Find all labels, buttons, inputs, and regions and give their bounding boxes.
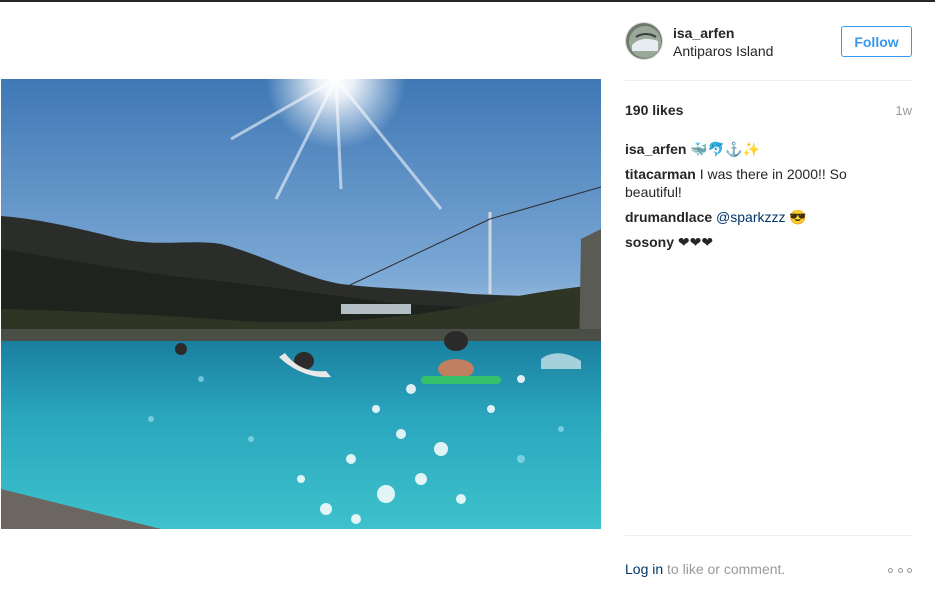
more-dot	[888, 567, 893, 573]
comment-username[interactable]: titacarman	[625, 166, 696, 182]
comment-mention[interactable]: @sparkzzz	[716, 209, 785, 225]
more-options-icon[interactable]	[888, 563, 912, 577]
more-dot	[897, 567, 903, 573]
login-link[interactable]: Log in	[625, 561, 663, 577]
follow-button[interactable]: Follow	[841, 26, 912, 57]
comments-list: isa_arfen 🐳🐬⚓️✨ titacarman I was there i…	[625, 140, 895, 258]
footer-divider	[625, 535, 912, 536]
comment-username[interactable]: sosony	[625, 234, 674, 250]
comment-text: 😎	[789, 209, 807, 225]
post-card: isa_arfen Antiparos Island Follow 190 li…	[0, 2, 935, 598]
post-photo[interactable]	[1, 79, 601, 529]
avatar[interactable]	[625, 22, 663, 60]
comment-item: isa_arfen 🐳🐬⚓️✨	[625, 140, 895, 158]
pool-photo-image	[1, 79, 601, 529]
post-footer: Log in to like or comment.	[625, 561, 912, 581]
comment-text: ❤❤❤	[677, 234, 714, 250]
header-divider	[625, 80, 912, 81]
comment-username[interactable]: isa_arfen	[625, 141, 686, 157]
location-link[interactable]: Antiparos Island	[673, 43, 773, 59]
comment-item: sosony ❤❤❤	[625, 233, 895, 251]
post-details-panel: isa_arfen Antiparos Island Follow 190 li…	[601, 4, 935, 600]
comment-text: 🐳🐬⚓️✨	[690, 141, 761, 157]
username-link[interactable]: isa_arfen	[673, 25, 734, 41]
login-prompt-text: to like or comment.	[667, 561, 786, 577]
comment-item: drumandlace @sparkzzz 😎	[625, 208, 895, 226]
comment-item: titacarman I was there in 2000!! So beau…	[625, 165, 895, 201]
more-dot	[907, 567, 912, 573]
avatar-image	[626, 23, 662, 59]
likes-count[interactable]: 190 likes	[625, 102, 683, 118]
comment-username[interactable]: drumandlace	[625, 209, 712, 225]
post-header: isa_arfen Antiparos Island Follow	[625, 22, 912, 62]
post-time[interactable]: 1w	[895, 103, 912, 118]
